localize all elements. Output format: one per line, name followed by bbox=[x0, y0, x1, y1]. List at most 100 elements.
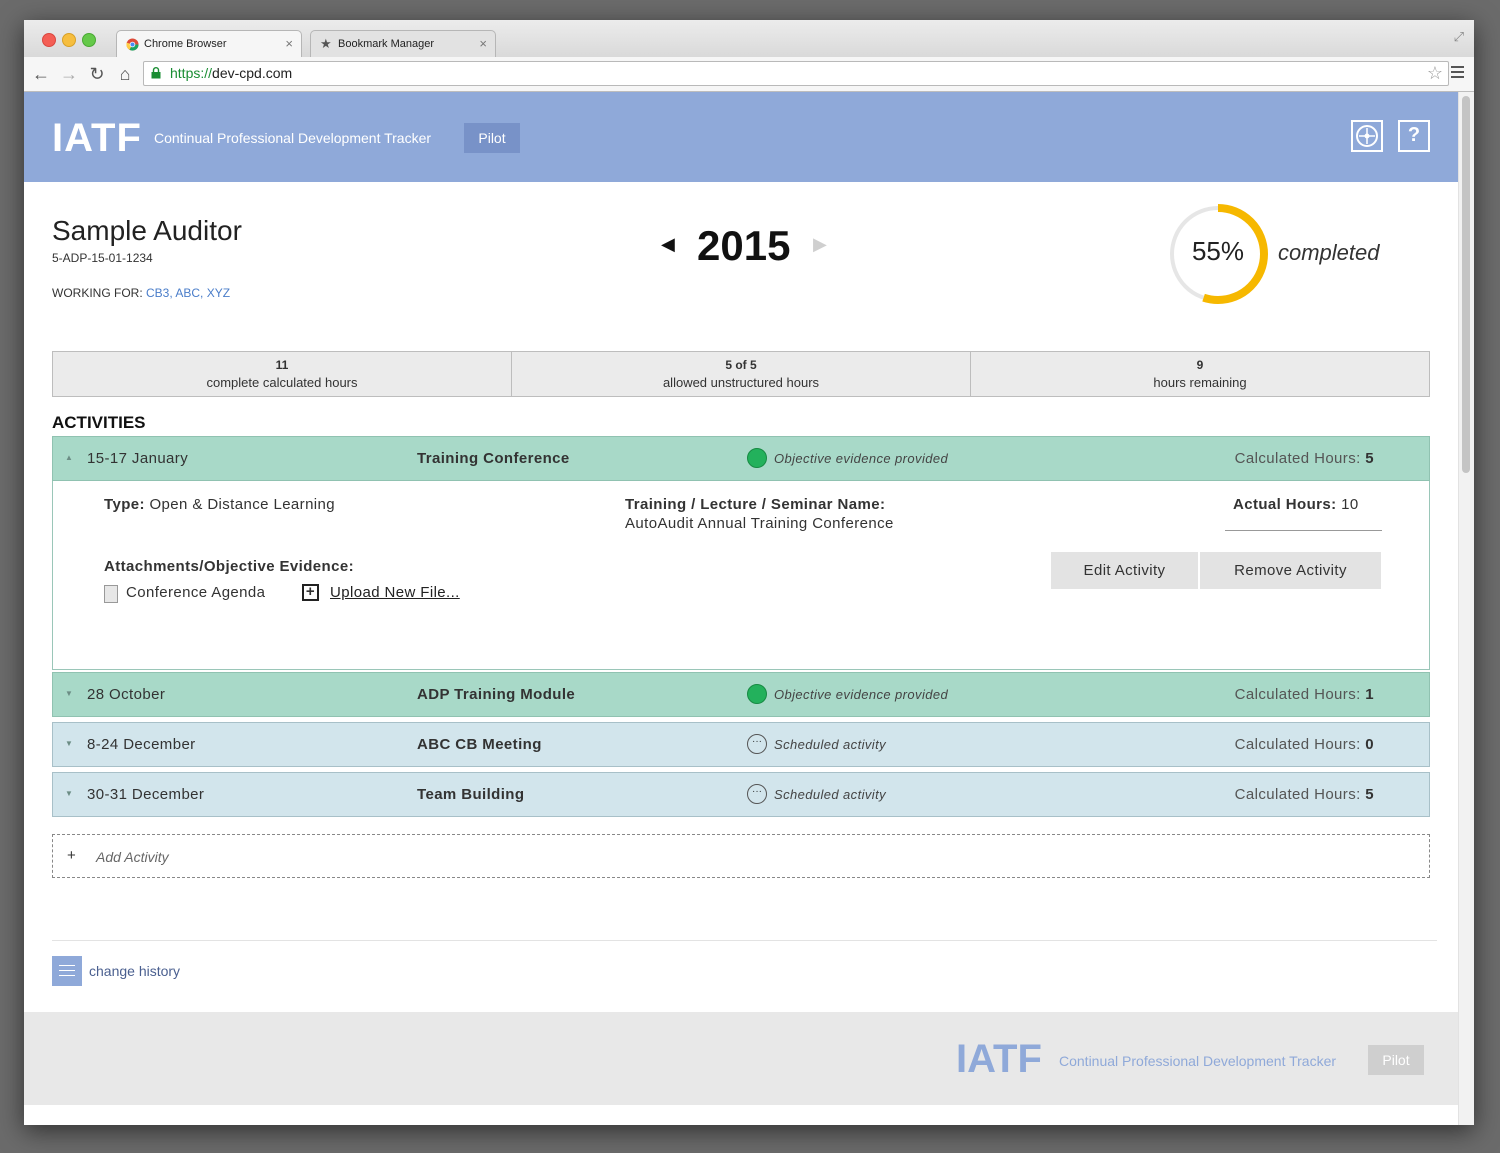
app-header: IATF Continual Professional Development … bbox=[24, 92, 1459, 182]
activity-date: 28 October bbox=[87, 686, 166, 703]
hours-value: 5 bbox=[1365, 786, 1374, 803]
hours-label: Calculated Hours: bbox=[1234, 736, 1361, 753]
activity-type: Type: Open & Distance Learning bbox=[104, 496, 335, 513]
activity-row[interactable]: ▼ 8-24 December ABC CB Meeting ··· Sched… bbox=[52, 722, 1430, 767]
activity-row[interactable]: ▼ 30-31 December Team Building ··· Sched… bbox=[52, 772, 1430, 817]
add-activity-label: Add Activity bbox=[96, 849, 169, 865]
next-year-icon[interactable]: ▶ bbox=[813, 234, 827, 255]
back-icon[interactable]: ← bbox=[31, 64, 51, 84]
stat-label: complete calculated hours bbox=[206, 375, 358, 390]
home-icon[interactable]: ⌂ bbox=[115, 64, 135, 84]
attachment-link[interactable]: Conference Agenda bbox=[126, 584, 265, 601]
activities-heading: ACTIVITIES bbox=[52, 413, 146, 432]
stat-unstructured-hours: 5 of 5 allowed unstructured hours bbox=[512, 352, 971, 396]
working-for-label: WORKING FOR: bbox=[52, 286, 146, 300]
calculated-hours: Calculated Hours: 1 bbox=[1235, 686, 1374, 703]
actual-hours-label: Actual Hours: bbox=[1233, 496, 1337, 513]
activity-title: ABC CB Meeting bbox=[417, 736, 542, 753]
activity-status: Scheduled activity bbox=[774, 737, 886, 752]
year-display: 2015 bbox=[697, 222, 791, 269]
stat-label: hours remaining bbox=[1153, 375, 1247, 390]
hours-value: 5 bbox=[1365, 450, 1374, 467]
activity-date: 8-24 December bbox=[87, 736, 196, 753]
list-icon[interactable] bbox=[52, 956, 82, 986]
close-tab-icon[interactable]: × bbox=[479, 36, 487, 51]
activity-title: ADP Training Module bbox=[417, 686, 576, 703]
tab-label: Bookmark Manager bbox=[338, 38, 434, 50]
bookmark-star-icon[interactable]: ☆ bbox=[1427, 62, 1443, 85]
stat-complete-hours: 11 complete calculated hours bbox=[53, 352, 512, 396]
footer: IATF Continual Professional Development … bbox=[24, 1012, 1459, 1105]
vertical-scrollbar[interactable] bbox=[1458, 92, 1474, 1125]
hours-summary: 11 complete calculated hours 5 of 5 allo… bbox=[52, 351, 1430, 397]
edit-activity-button[interactable]: Edit Activity bbox=[1051, 552, 1198, 589]
upload-new-file-link[interactable]: Upload New File... bbox=[330, 584, 460, 601]
url-text: https://dev-cpd.com bbox=[170, 62, 292, 85]
activity-details: Type: Open & Distance Learning Training … bbox=[52, 481, 1430, 670]
expand-chevron-icon[interactable]: ▼ bbox=[65, 789, 73, 798]
address-bar[interactable]: https://dev-cpd.com ☆ bbox=[143, 61, 1449, 86]
chrome-icon bbox=[126, 38, 139, 51]
remove-activity-button[interactable]: Remove Activity bbox=[1200, 552, 1381, 589]
change-history-link[interactable]: change history bbox=[89, 963, 180, 979]
star-icon: ★ bbox=[320, 36, 332, 51]
type-value: Open & Distance Learning bbox=[149, 496, 336, 513]
minimize-window-button[interactable] bbox=[62, 33, 76, 47]
activity-title: Team Building bbox=[417, 786, 525, 803]
tab-chrome-browser[interactable]: Chrome Browser × bbox=[116, 30, 302, 57]
tab-bookmark-manager[interactable]: ★ Bookmark Manager × bbox=[310, 30, 496, 57]
auditor-id: 5-ADP-15-01-1234 bbox=[52, 251, 153, 265]
activity-status: Objective evidence provided bbox=[774, 687, 949, 702]
working-for: WORKING FOR: CB3, ABC, XYZ bbox=[52, 286, 230, 300]
activity-status: Objective evidence provided bbox=[774, 451, 949, 466]
scrollbar-thumb[interactable] bbox=[1462, 96, 1470, 473]
actual-hours-value: 10 bbox=[1341, 496, 1359, 513]
actual-hours: Actual Hours: 10 bbox=[1233, 496, 1359, 513]
divider bbox=[1225, 530, 1382, 531]
browser-toolbar: ← → ↻ ⌂ https://dev-cpd.com ☆ bbox=[24, 57, 1474, 92]
stat-value: 9 bbox=[1196, 358, 1204, 372]
reload-icon[interactable]: ↻ bbox=[87, 64, 107, 84]
forward-icon[interactable]: → bbox=[59, 64, 79, 84]
organization-links[interactable]: CB3, ABC, XYZ bbox=[146, 286, 230, 300]
progress-label: completed bbox=[1278, 240, 1380, 265]
activity-row[interactable]: ▼ 28 October ADP Training Module Objecti… bbox=[52, 672, 1430, 717]
url-scheme: https:// bbox=[170, 65, 213, 81]
evidence-status-icon bbox=[747, 448, 767, 468]
footer-pilot-badge: Pilot bbox=[1368, 1045, 1424, 1075]
footer-subtitle: Continual Professional Development Track… bbox=[1059, 1053, 1337, 1069]
upload-plus-icon[interactable]: + bbox=[302, 584, 319, 601]
stat-hours-remaining: 9 hours remaining bbox=[971, 352, 1429, 396]
navigation-button[interactable] bbox=[1351, 120, 1383, 152]
app-subtitle: Continual Professional Development Track… bbox=[154, 130, 432, 146]
lock-icon bbox=[151, 67, 161, 79]
training-name-label: Training / Lecture / Seminar Name: bbox=[625, 496, 886, 513]
progress-percent: 55% bbox=[1191, 236, 1245, 266]
hours-label: Calculated Hours: bbox=[1234, 786, 1361, 803]
menu-icon[interactable] bbox=[1451, 66, 1464, 81]
fullscreen-icon[interactable]: ⤢ bbox=[1454, 29, 1464, 45]
hours-label: Calculated Hours: bbox=[1234, 686, 1361, 703]
add-activity-button[interactable]: + Add Activity bbox=[52, 834, 1430, 878]
evidence-status-icon bbox=[747, 684, 767, 704]
expand-chevron-icon[interactable]: ▼ bbox=[65, 689, 73, 698]
app-logo[interactable]: IATF bbox=[52, 116, 142, 161]
hours-value: 1 bbox=[1365, 686, 1374, 703]
close-window-button[interactable] bbox=[42, 33, 56, 47]
help-button[interactable]: ? bbox=[1398, 120, 1430, 152]
scheduled-status-icon: ··· bbox=[747, 734, 767, 754]
plus-icon: + bbox=[67, 847, 76, 864]
hours-label: Calculated Hours: bbox=[1234, 450, 1361, 467]
pilot-badge: Pilot bbox=[464, 123, 520, 153]
collapse-chevron-icon[interactable]: ▲ bbox=[65, 453, 73, 462]
expand-chevron-icon[interactable]: ▼ bbox=[65, 739, 73, 748]
previous-year-icon[interactable]: ◀ bbox=[661, 234, 675, 255]
activity-date: 30-31 December bbox=[87, 786, 205, 803]
close-tab-icon[interactable]: × bbox=[285, 36, 293, 51]
zoom-window-button[interactable] bbox=[82, 33, 96, 47]
stat-label: allowed unstructured hours bbox=[662, 375, 820, 390]
auditor-name: Sample Auditor bbox=[52, 215, 242, 246]
type-label: Type: bbox=[104, 496, 145, 513]
stat-value: 5 of 5 bbox=[725, 358, 757, 372]
activity-row[interactable]: ▲ 15-17 January Training Conference Obje… bbox=[52, 436, 1430, 481]
